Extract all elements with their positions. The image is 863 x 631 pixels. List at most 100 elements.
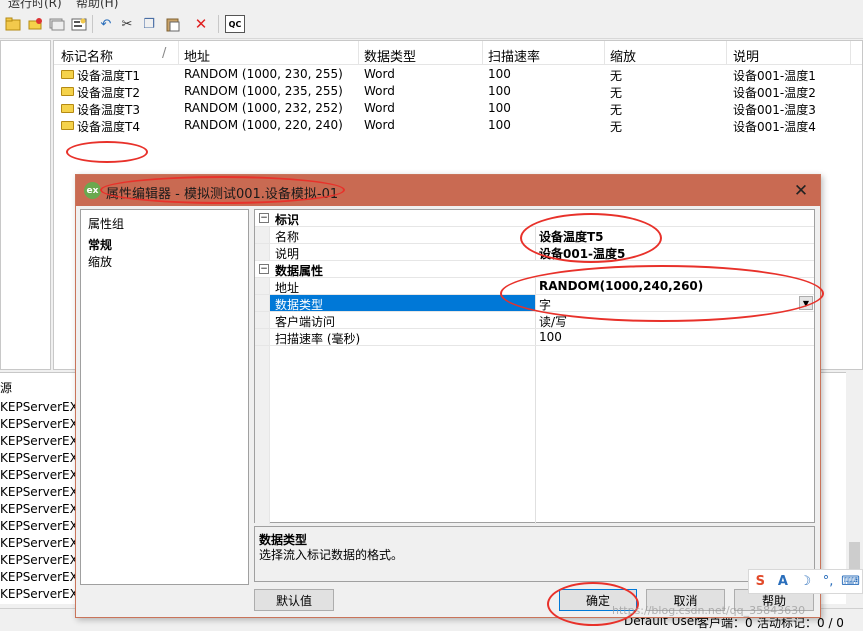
col-tag-name[interactable]: 标记名称: [61, 46, 113, 65]
ime-toolbar[interactable]: S A ☽ °, ⌨: [748, 569, 863, 594]
prop-row-name[interactable]: 名称 设备温度T5: [255, 227, 814, 244]
tag-folder-icon[interactable]: [4, 15, 22, 33]
cell-scale: 无: [610, 86, 623, 100]
cell-rate: 100: [488, 118, 511, 132]
list-item: KEPServerEX\R: [0, 434, 75, 448]
ime-logo-icon[interactable]: S: [749, 574, 772, 589]
cell-desc: 设备001-温度3: [733, 103, 816, 117]
ime-moon-icon[interactable]: ☽: [794, 574, 817, 589]
prop-row-address[interactable]: 地址 RANDOM(1000,240,260): [255, 278, 814, 295]
prop-name: 客户端访问: [275, 315, 336, 329]
cell-address: RANDOM (1000, 230, 255): [184, 67, 343, 81]
group-general[interactable]: 常规: [88, 236, 112, 253]
data-type-select[interactable]: 字: [539, 296, 551, 313]
cell-type: Word: [364, 101, 395, 115]
prop-name: 地址: [275, 281, 300, 295]
cut-icon[interactable]: ✂: [118, 15, 136, 33]
list-item: KEPServerEX\R: [0, 417, 75, 431]
prop-row-scan-rate[interactable]: 扫描速率 (毫秒) 100: [255, 329, 814, 346]
close-icon[interactable]: ✕: [790, 180, 812, 202]
list-item: KEPServerEX\R: [0, 519, 75, 533]
toolbar: ↶ ✂ ❐ ✕ QC: [0, 9, 863, 39]
watermark: https://blog.csdn.net/qq_35843630: [612, 604, 806, 617]
list-item: KEPServerEX\R: [0, 502, 75, 516]
property-grid: − 标识 名称 设备温度T5 说明 设备001-温度5 − 数据属性 地址 RA…: [254, 209, 815, 524]
new-tag-icon[interactable]: [26, 15, 44, 33]
col-address[interactable]: 地址: [184, 46, 210, 65]
tag-list-header: 标记名称 / 地址 数据类型 扫描速率 缩放 说明: [54, 41, 862, 65]
list-item: KEPServerEX\R: [0, 536, 75, 550]
prop-value-description[interactable]: 设备001-温度5: [539, 245, 625, 262]
cell-desc: 设备001-温度1: [733, 69, 816, 83]
tag-icon: [61, 70, 74, 79]
table-row[interactable]: 设备温度T4 RANDOM (1000, 220, 240) Word 100 …: [54, 117, 862, 134]
cell-name: 设备温度T1: [77, 69, 140, 83]
cell-desc: 设备001-温度4: [733, 120, 816, 134]
collapse-icon[interactable]: −: [259, 213, 269, 223]
category-data-properties[interactable]: − 数据属性: [255, 261, 814, 278]
prop-name: 名称: [275, 230, 300, 244]
cell-name: 设备温度T4: [77, 120, 140, 134]
prop-name: 数据类型: [275, 298, 324, 312]
category-label: 数据属性: [275, 264, 324, 278]
prop-row-data-type[interactable]: 数据类型 字 ▼: [255, 295, 814, 312]
col-description[interactable]: 说明: [733, 46, 759, 65]
property-groups: 属性组 常规 缩放: [80, 209, 249, 585]
table-row[interactable]: 设备温度T2 RANDOM (1000, 235, 255) Word 100 …: [54, 83, 862, 100]
list-item: KEPServerEX\R: [0, 553, 75, 567]
properties-icon[interactable]: [70, 15, 88, 33]
cell-rate: 100: [488, 67, 511, 81]
copy-icon[interactable]: ❐: [140, 15, 158, 33]
quick-client-icon[interactable]: QC: [225, 15, 245, 33]
ime-language-icon[interactable]: A: [772, 574, 795, 589]
prop-value-address[interactable]: RANDOM(1000,240,260): [539, 279, 703, 293]
prop-row-description[interactable]: 说明 设备001-温度5: [255, 244, 814, 261]
cell-name: 设备温度T2: [77, 86, 140, 100]
prop-value-name[interactable]: 设备温度T5: [539, 228, 604, 245]
tag-group-icon[interactable]: [48, 15, 66, 33]
list-item: KEPServerEX\R: [0, 400, 75, 414]
dialog-title: 属性编辑器 - 模拟测试001.设备模拟-01: [106, 187, 339, 202]
list-item: KEPServerEX\R: [0, 451, 75, 465]
ime-keyboard-icon[interactable]: ⌨: [839, 574, 862, 589]
event-log-header[interactable]: 源: [0, 379, 75, 396]
dialog-title-bar[interactable]: ex 属性编辑器 - 模拟测试001.设备模拟-01 ✕: [76, 175, 820, 206]
table-row[interactable]: 设备温度T3 RANDOM (1000, 232, 252) Word 100 …: [54, 100, 862, 117]
ime-punctuation-icon[interactable]: °,: [817, 574, 840, 589]
paste-icon[interactable]: [164, 15, 182, 33]
menu-bar: 运行时(R) 帮助(H): [0, 0, 863, 10]
project-tree[interactable]: [0, 40, 51, 370]
table-row[interactable]: 设备温度T1 RANDOM (1000, 230, 255) Word 100 …: [54, 66, 862, 83]
list-item: KEPServerEX\R: [0, 587, 75, 601]
prop-row-client-access[interactable]: 客户端访问 读/写: [255, 312, 814, 329]
prop-value-client-access[interactable]: 读/写: [539, 313, 567, 330]
defaults-button[interactable]: 默认值: [254, 589, 334, 611]
tag-icon: [61, 121, 74, 130]
chevron-down-icon[interactable]: ▼: [799, 296, 813, 310]
sort-indicator: /: [162, 46, 167, 61]
property-editor-dialog: ex 属性编辑器 - 模拟测试001.设备模拟-01 ✕ 属性组 常规 缩放 −…: [75, 174, 821, 618]
list-item: KEPServerEX\R: [0, 570, 75, 584]
cell-desc: 设备001-温度2: [733, 86, 816, 100]
list-item: KEPServerEX\R: [0, 485, 75, 499]
cell-rate: 100: [488, 101, 511, 115]
property-groups-header: 属性组: [88, 217, 125, 231]
collapse-icon[interactable]: −: [259, 264, 269, 274]
undo-icon[interactable]: ↶: [97, 15, 115, 33]
col-scaling[interactable]: 缩放: [610, 46, 636, 65]
category-identification[interactable]: − 标识: [255, 210, 814, 227]
list-item: KEPServerEX\R: [0, 468, 75, 482]
cell-scale: 无: [610, 120, 623, 134]
prop-value-scan-rate[interactable]: 100: [539, 330, 562, 344]
group-scaling[interactable]: 缩放: [88, 253, 112, 270]
cell-scale: 无: [610, 103, 623, 117]
tag-icon: [61, 104, 74, 113]
cell-address: RANDOM (1000, 220, 240): [184, 118, 343, 132]
col-scan-rate[interactable]: 扫描速率: [488, 46, 540, 65]
delete-icon[interactable]: ✕: [192, 15, 210, 33]
col-data-type[interactable]: 数据类型: [364, 46, 416, 65]
cell-name: 设备温度T3: [77, 103, 140, 117]
cell-address: RANDOM (1000, 235, 255): [184, 84, 343, 98]
prop-name: 扫描速率 (毫秒): [275, 332, 361, 346]
cell-rate: 100: [488, 84, 511, 98]
